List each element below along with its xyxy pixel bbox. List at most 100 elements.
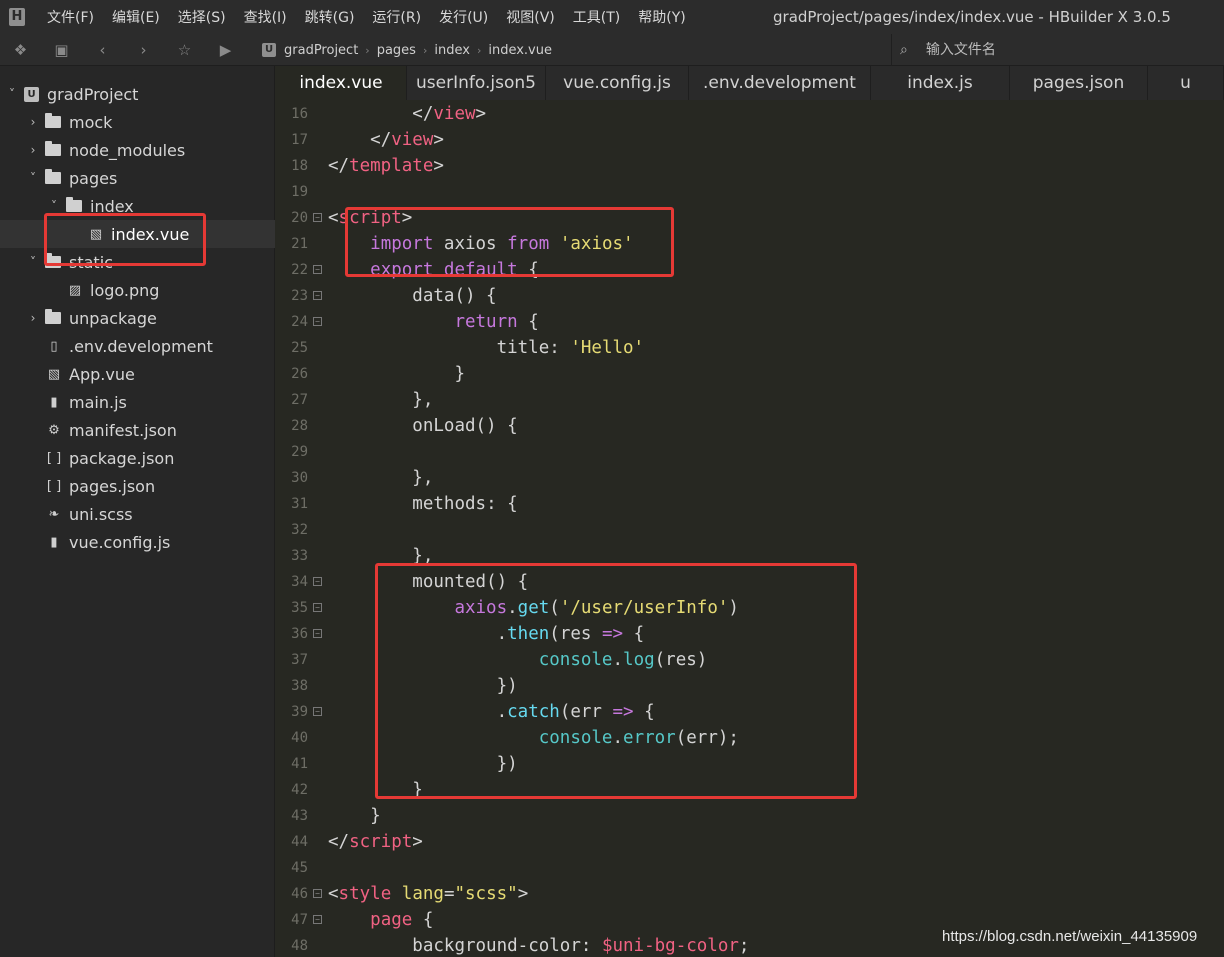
editor-tab[interactable]: userInfo.json5 xyxy=(407,66,546,100)
chevron-down-icon[interactable]: ˅ xyxy=(27,255,39,269)
line-number: 31 xyxy=(291,496,308,512)
code-line[interactable]: 28 onLoad() { xyxy=(276,413,1224,439)
save-icon[interactable]: ▣ xyxy=(41,34,82,66)
fold-toggle-icon[interactable]: − xyxy=(313,629,322,638)
run-icon[interactable]: ▶ xyxy=(205,34,246,66)
breadcrumb-item[interactable]: pages xyxy=(377,43,416,58)
tree-item[interactable]: ▧ App.vue xyxy=(0,360,275,388)
tree-item[interactable]: ˅ pages xyxy=(0,164,275,192)
fold-toggle-icon[interactable]: − xyxy=(313,889,322,898)
editor-tab[interactable]: index.js xyxy=(871,66,1010,100)
menu-item[interactable]: 选择(S) xyxy=(174,7,230,27)
fold-toggle-icon[interactable]: − xyxy=(313,915,322,924)
js-file-icon: ▮ xyxy=(50,394,58,410)
fold-toggle-icon[interactable]: − xyxy=(313,603,322,612)
chevron-down-icon[interactable]: ˅ xyxy=(27,171,39,185)
menu-item[interactable]: 视图(V) xyxy=(502,7,559,27)
breadcrumb-item[interactable]: index.vue xyxy=(488,43,552,58)
tree-item[interactable]: ˅ UgradProject xyxy=(0,80,275,108)
code-line[interactable]: 16 </view> xyxy=(276,101,1224,127)
code-text: data() { xyxy=(328,283,496,309)
fold-toggle-icon[interactable]: − xyxy=(313,577,322,586)
editor-tab[interactable]: index.vue xyxy=(276,66,407,100)
fold-toggle-icon[interactable]: − xyxy=(313,707,322,716)
main-menu: 文件(F) 编辑(E) 选择(S) 查找(I) 跳转(G) 运行(R) 发行(U) 视图(V)… xyxy=(38,7,695,27)
tree-item[interactable]: ▯ .env.development xyxy=(0,332,275,360)
tree-item[interactable]: › node_modules xyxy=(0,136,275,164)
fold-toggle-icon[interactable]: − xyxy=(313,213,322,222)
code-line[interactable]: 25 title: 'Hello' xyxy=(276,335,1224,361)
fold-toggle-icon[interactable]: − xyxy=(313,317,322,326)
chevron-right-icon[interactable]: › xyxy=(27,143,39,157)
tree-item[interactable]: ⚙ manifest.json xyxy=(0,416,275,444)
code-line[interactable]: 46− <style lang="scss"> xyxy=(276,881,1224,907)
code-line[interactable]: 30 }, xyxy=(276,465,1224,491)
code-token: </ xyxy=(328,156,350,176)
chevron-down-icon[interactable]: ˅ xyxy=(6,87,18,101)
chevron-right-icon[interactable]: › xyxy=(27,311,39,325)
file-search-input[interactable] xyxy=(925,42,1176,58)
code-line[interactable]: 19 xyxy=(276,179,1224,205)
new-file-icon[interactable]: ❖ xyxy=(0,34,41,66)
tree-item-label: pages.json xyxy=(69,476,156,496)
menu-item[interactable]: 编辑(E) xyxy=(108,7,164,27)
line-number: 18 xyxy=(291,158,308,174)
code-line[interactable]: 29 xyxy=(276,439,1224,465)
code-line[interactable]: 44 </script> xyxy=(276,829,1224,855)
code-line[interactable]: 27 }, xyxy=(276,387,1224,413)
editor-tab[interactable]: vue.config.js xyxy=(546,66,689,100)
tree-item[interactable]: › unpackage xyxy=(0,304,275,332)
menu-item[interactable]: 工具(T) xyxy=(569,7,624,27)
fold-toggle-icon[interactable]: − xyxy=(313,265,322,274)
code-line[interactable]: 31 methods: { xyxy=(276,491,1224,517)
tree-item[interactable]: ▨ logo.png xyxy=(0,276,275,304)
line-number: 47 xyxy=(291,912,308,928)
menu-item[interactable]: 发行(U) xyxy=(435,7,492,27)
tree-item[interactable]: [ ] pages.json xyxy=(0,472,275,500)
code-token: > xyxy=(517,884,529,904)
code-line[interactable]: 17 </view> xyxy=(276,127,1224,153)
fold-toggle-icon[interactable]: − xyxy=(313,291,322,300)
code-line[interactable]: 18 </template> xyxy=(276,153,1224,179)
breadcrumb-item[interactable]: gradProject xyxy=(284,43,358,58)
chevron-down-icon[interactable]: ˅ xyxy=(48,199,60,213)
code-line[interactable]: 45 xyxy=(276,855,1224,881)
tree-item[interactable]: ❧ uni.scss xyxy=(0,500,275,528)
code-line[interactable]: 23− data() { xyxy=(276,283,1224,309)
code-token: style xyxy=(338,884,392,904)
breadcrumb-item[interactable]: index xyxy=(434,43,470,58)
line-number: 39 xyxy=(291,704,308,720)
menu-item[interactable]: 跳转(G) xyxy=(301,7,359,27)
tree-item[interactable]: [ ] package.json xyxy=(0,444,275,472)
editor-tab[interactable]: pages.json xyxy=(1010,66,1148,100)
line-number: 21 xyxy=(291,236,308,252)
forward-icon[interactable]: › xyxy=(123,34,164,66)
chevron-right-icon[interactable]: › xyxy=(27,115,39,129)
editor-tab[interactable]: .env.development xyxy=(689,66,871,100)
menu-item[interactable]: 帮助(Y) xyxy=(634,7,689,27)
code-token: return xyxy=(454,312,518,332)
star-icon[interactable]: ☆ xyxy=(164,34,205,66)
code-line[interactable]: 43 } xyxy=(276,803,1224,829)
json-file-icon: [ ] xyxy=(46,478,62,494)
line-number: 19 xyxy=(291,184,308,200)
back-icon[interactable]: ‹ xyxy=(82,34,123,66)
code-line[interactable]: 32 xyxy=(276,517,1224,543)
tree-item[interactable]: ▮ vue.config.js xyxy=(0,528,275,556)
tree-item[interactable]: › mock xyxy=(0,108,275,136)
code-line[interactable]: 24− return { xyxy=(276,309,1224,335)
tree-item[interactable]: ▮ main.js xyxy=(0,388,275,416)
line-number: 44 xyxy=(291,834,308,850)
file-icon: ▯ xyxy=(50,338,58,354)
code-token: }, xyxy=(412,390,434,410)
code-line[interactable]: 26 } xyxy=(276,361,1224,387)
code-token: < xyxy=(328,884,339,904)
menu-item[interactable]: 运行(R) xyxy=(368,7,425,27)
tree-item-label: logo.png xyxy=(90,280,160,300)
menu-item[interactable]: 文件(F) xyxy=(43,7,98,27)
editor-tab[interactable]: u xyxy=(1148,66,1224,100)
menu-item[interactable]: 查找(I) xyxy=(240,7,291,27)
